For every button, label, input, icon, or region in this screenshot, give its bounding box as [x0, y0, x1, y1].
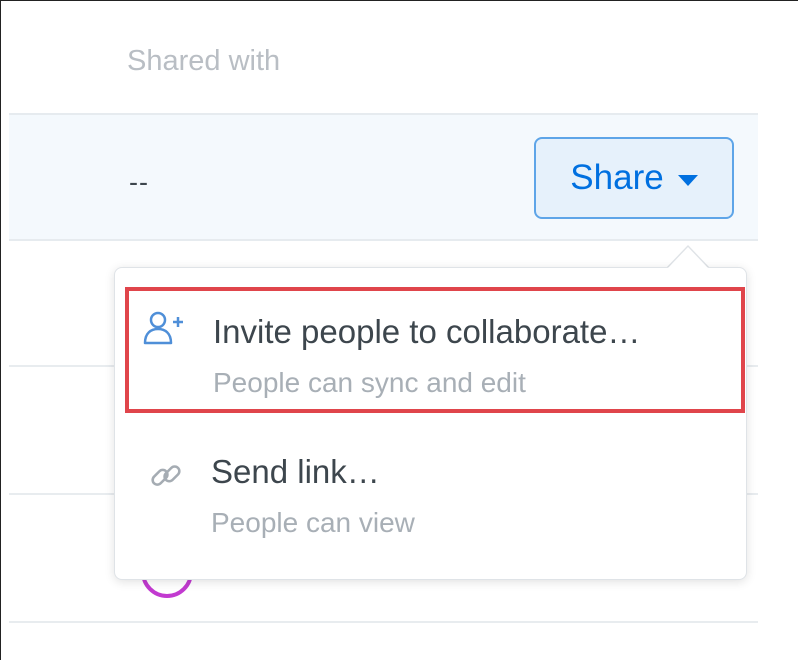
shared-with-value: -- — [129, 167, 149, 197]
send-link-menu-item[interactable]: Send link… People can view — [125, 431, 745, 561]
add-person-icon — [143, 311, 183, 345]
send-link-title: Send link… — [211, 453, 380, 490]
share-button-label: Share — [570, 158, 664, 197]
invite-people-subtitle: People can sync and edit — [213, 367, 526, 398]
link-icon — [151, 465, 181, 486]
file-list-panel: Shared with -- Share Invite people to co… — [0, 0, 798, 660]
chevron-down-icon — [677, 174, 698, 186]
row-divider — [9, 621, 758, 623]
dropdown-pointer-fill — [667, 247, 709, 269]
column-header-shared-with: Shared with — [127, 45, 281, 77]
invite-people-menu-item[interactable]: Invite people to collaborate… People can… — [125, 287, 745, 413]
share-button[interactable]: Share — [534, 137, 734, 219]
invite-people-title: Invite people to collaborate… — [213, 313, 641, 350]
send-link-subtitle: People can view — [211, 507, 415, 538]
